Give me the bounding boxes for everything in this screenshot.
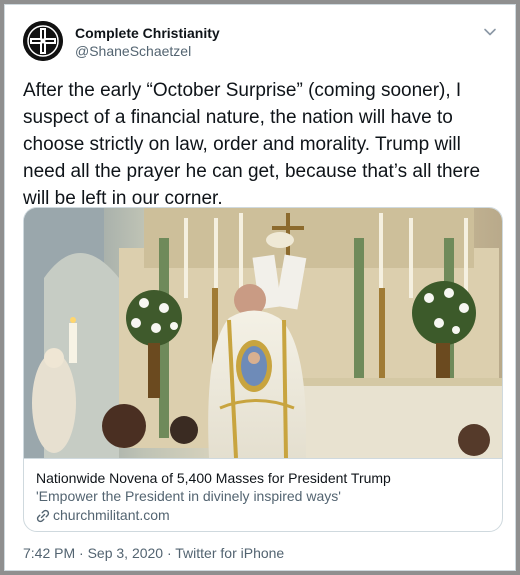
card-description: 'Empower the President in divinely inspi… (36, 488, 341, 504)
card-title[interactable]: Nationwide Novena of 5,400 Masses for Pr… (36, 469, 492, 487)
card-domain-link[interactable]: churchmilitant.com (36, 506, 492, 525)
tweet-card: Complete Christianity @ShaneSchaetzel Af… (4, 4, 516, 571)
link-icon (36, 509, 50, 522)
tweet-text: After the early “October Surprise” (comi… (23, 80, 481, 209)
card-domain: churchmilitant.com (53, 507, 170, 523)
display-name[interactable]: Complete Christianity (75, 25, 220, 42)
author-names: Complete Christianity @ShaneSchaetzel (75, 25, 220, 60)
more-options-button[interactable] (481, 23, 499, 41)
avatar[interactable] (23, 21, 63, 61)
link-preview-card[interactable]: Nationwide Novena of 5,400 Masses for Pr… (23, 207, 503, 532)
user-handle[interactable]: @ShaneSchaetzel (75, 42, 220, 60)
chevron-down-icon (484, 28, 496, 36)
card-meta: Nationwide Novena of 5,400 Masses for Pr… (24, 458, 502, 531)
tweet-header: Complete Christianity @ShaneSchaetzel (23, 19, 503, 67)
tweet-timestamp[interactable]: 7:42 PM · Sep 3, 2020 · Twitter for iPho… (23, 545, 284, 561)
card-image[interactable] (24, 208, 503, 458)
cross-logo-icon (23, 21, 63, 61)
